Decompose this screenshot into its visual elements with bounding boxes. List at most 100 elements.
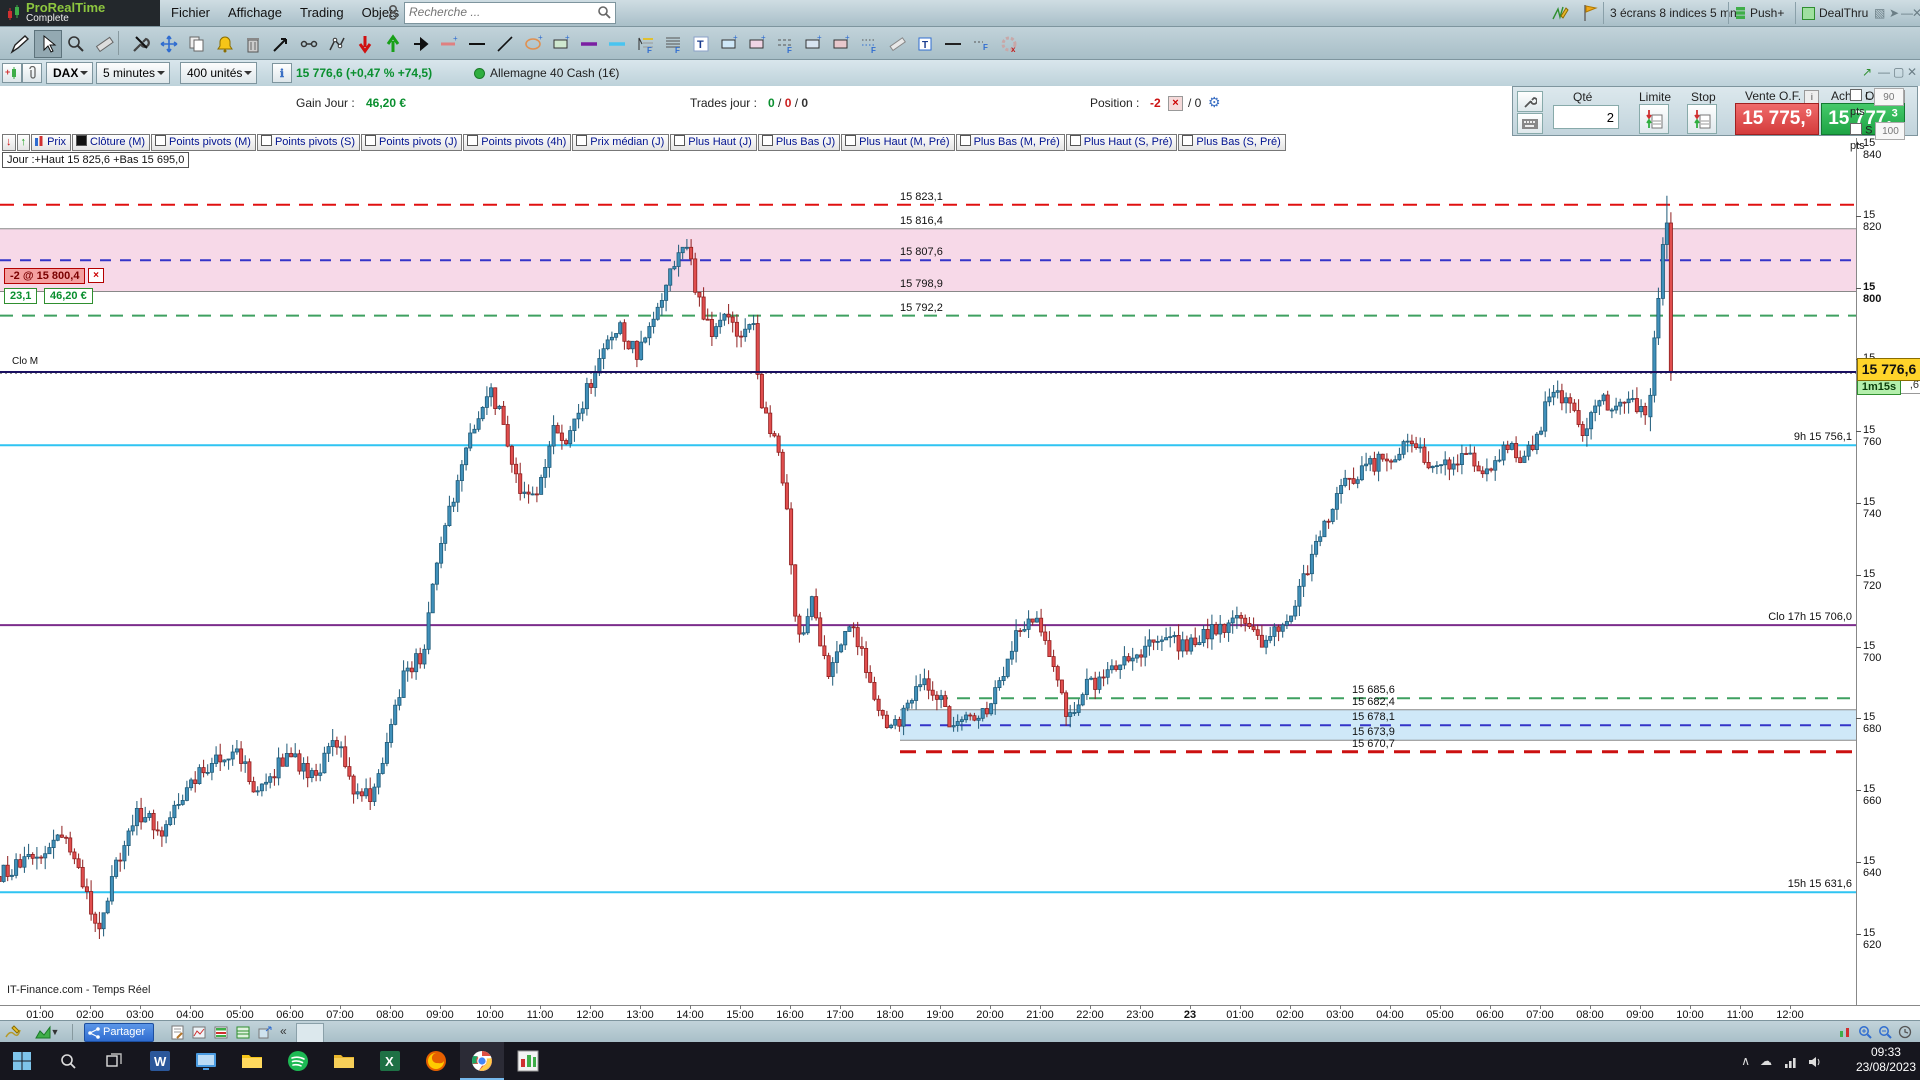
- window-close-icon[interactable]: ✕: [1907, 65, 1917, 79]
- taskbar-excel-icon[interactable]: X: [368, 1042, 412, 1080]
- position-close-icon[interactable]: ×: [1168, 96, 1183, 111]
- taskbar-word-icon[interactable]: W: [138, 1042, 182, 1080]
- fibonacci-dotted-tool[interactable]: F: [855, 30, 883, 58]
- qty-input[interactable]: [1553, 105, 1619, 129]
- workspace-selector[interactable]: 3 écrans 8 indices 5 mn: [1610, 0, 1737, 26]
- limit-order-button[interactable]: [1639, 104, 1669, 134]
- horizontal-line-tool[interactable]: [463, 30, 491, 58]
- taskbar-explorer-icon[interactable]: [230, 1042, 274, 1080]
- stop-pts-input[interactable]: [1875, 122, 1905, 140]
- zoom-tool[interactable]: [62, 30, 90, 58]
- info-icon[interactable]: ℹ: [272, 63, 292, 83]
- tools-wrench-tool[interactable]: [127, 30, 155, 58]
- rectangle-green-tool[interactable]: +: [547, 30, 575, 58]
- tray-network-icon[interactable]: [1784, 1055, 1798, 1073]
- taskbar-clock[interactable]: 09:33 23/08/2023: [1856, 1045, 1916, 1075]
- link-objects-tool[interactable]: [295, 30, 323, 58]
- positions-table-icon[interactable]: [234, 1023, 252, 1041]
- delete-trash-tool[interactable]: [239, 30, 267, 58]
- candlestick-plot[interactable]: [0, 138, 1856, 1005]
- dotted-levels-tool[interactable]: F: [967, 30, 995, 58]
- taskbar-start-icon[interactable]: [0, 1042, 44, 1080]
- polyline-tool[interactable]: [323, 30, 351, 58]
- tab-stub[interactable]: [296, 1023, 324, 1043]
- taskbar-prorealtime-icon[interactable]: [506, 1042, 550, 1080]
- push-button[interactable]: Push+: [1750, 0, 1784, 26]
- zoom-in-icon[interactable]: [1856, 1023, 1874, 1041]
- position-settings-icon[interactable]: ⚙: [1208, 94, 1221, 111]
- chart-area[interactable]: Gain Jour : 46,20 € Trades jour : 0 / 0 …: [0, 86, 1920, 1020]
- tray-chevron-icon[interactable]: ∧: [1741, 1042, 1750, 1080]
- sell-info-icon[interactable]: i: [1804, 90, 1819, 104]
- flag-icon[interactable]: [1582, 4, 1598, 25]
- order-settings-button[interactable]: [1517, 91, 1543, 112]
- transfer-arrow-tool[interactable]: [407, 30, 435, 58]
- close-icon[interactable]: ✕: [1912, 0, 1920, 26]
- window-minimize-icon[interactable]: —: [1878, 65, 1890, 79]
- search-input[interactable]: [405, 3, 593, 21]
- limit-pts-input[interactable]: [1874, 88, 1904, 106]
- zone-rose-tool[interactable]: +: [827, 30, 855, 58]
- share-button[interactable]: Partager: [84, 1023, 154, 1042]
- zone-pink-tool[interactable]: +: [743, 30, 771, 58]
- timeframe-selector[interactable]: 5 minutes: [96, 62, 170, 84]
- taskbar-task-view-icon[interactable]: [92, 1042, 136, 1080]
- taskbar-chrome-icon[interactable]: [460, 1042, 504, 1080]
- zoom-out-icon[interactable]: [1876, 1023, 1894, 1041]
- position-price-line[interactable]: [0, 371, 1920, 373]
- select-cursor-tool[interactable]: [34, 30, 62, 58]
- taskbar-folder-icon[interactable]: [322, 1042, 366, 1080]
- tray-volume-icon[interactable]: [1808, 1055, 1822, 1073]
- menu-trading[interactable]: Trading: [291, 0, 353, 26]
- protractor-tool[interactable]: [90, 30, 118, 58]
- menu-fichier[interactable]: Fichier: [162, 0, 219, 26]
- time-range-icon[interactable]: [1896, 1023, 1914, 1041]
- sell-button[interactable]: 15 775,9: [1735, 103, 1819, 135]
- collapse-left-icon[interactable]: «: [280, 1024, 287, 1038]
- segment-black-tool[interactable]: [939, 30, 967, 58]
- fibonacci-retracement-tool[interactable]: F: [631, 30, 659, 58]
- position-tag-close-icon[interactable]: ×: [88, 268, 104, 283]
- trend-arrow-tool[interactable]: [267, 30, 295, 58]
- taskbar-teams-icon[interactable]: [184, 1042, 228, 1080]
- fibonacci-dashed-tool[interactable]: F: [771, 30, 799, 58]
- line-purple-tool[interactable]: [575, 30, 603, 58]
- tray-cloud-icon[interactable]: ☁: [1760, 1042, 1772, 1080]
- window-maximize-icon[interactable]: ▢: [1893, 65, 1904, 79]
- buy-arrow-tool[interactable]: [379, 30, 407, 58]
- link-icon[interactable]: [386, 4, 400, 25]
- add-instrument-icon[interactable]: +: [2, 63, 22, 83]
- search-icon[interactable]: [597, 5, 612, 23]
- mini-chart-icon[interactable]: [1836, 1023, 1854, 1041]
- units-selector[interactable]: 400 unités: [180, 62, 257, 84]
- instrument-selector[interactable]: DAX: [46, 62, 93, 84]
- move-cross-tool[interactable]: [155, 30, 183, 58]
- taskbar-spotify-icon[interactable]: [276, 1042, 320, 1080]
- ruler-tool[interactable]: [883, 30, 911, 58]
- report-icon[interactable]: [168, 1023, 186, 1041]
- taskbar-firefox-icon[interactable]: [414, 1042, 458, 1080]
- zone-cyan-tool[interactable]: +: [715, 30, 743, 58]
- position-tag[interactable]: -2 @ 15 800,4: [4, 268, 85, 284]
- text-box-tool[interactable]: T: [911, 30, 939, 58]
- duplicate-tool[interactable]: [183, 30, 211, 58]
- notes-icon[interactable]: ▧: [1874, 0, 1885, 26]
- sell-arrow-tool[interactable]: [351, 30, 379, 58]
- screenshot-icon[interactable]: [190, 1023, 208, 1041]
- menu-affichage[interactable]: Affichage: [219, 0, 291, 26]
- dealthru-checkbox[interactable]: [1802, 7, 1815, 20]
- horizontal-segment-tool[interactable]: +: [435, 30, 463, 58]
- detach-chart-icon[interactable]: [256, 1023, 274, 1041]
- stop-checkbox[interactable]: [1850, 123, 1862, 135]
- orders-table-icon[interactable]: [212, 1023, 230, 1041]
- fibonacci-levels-tool[interactable]: F: [659, 30, 687, 58]
- draw-mode-icon[interactable]: [4, 1023, 22, 1041]
- chart-style-selector[interactable]: ▼: [30, 1023, 64, 1041]
- zone-blue-tool[interactable]: +: [799, 30, 827, 58]
- window-detach-icon[interactable]: ↗: [1862, 65, 1872, 79]
- ellipse-tool[interactable]: +: [519, 30, 547, 58]
- limit-checkbox[interactable]: [1850, 89, 1862, 101]
- edit-workspace-icon[interactable]: [1550, 3, 1570, 26]
- draw-pencil-tool[interactable]: [6, 30, 34, 58]
- stop-order-button[interactable]: [1687, 104, 1717, 134]
